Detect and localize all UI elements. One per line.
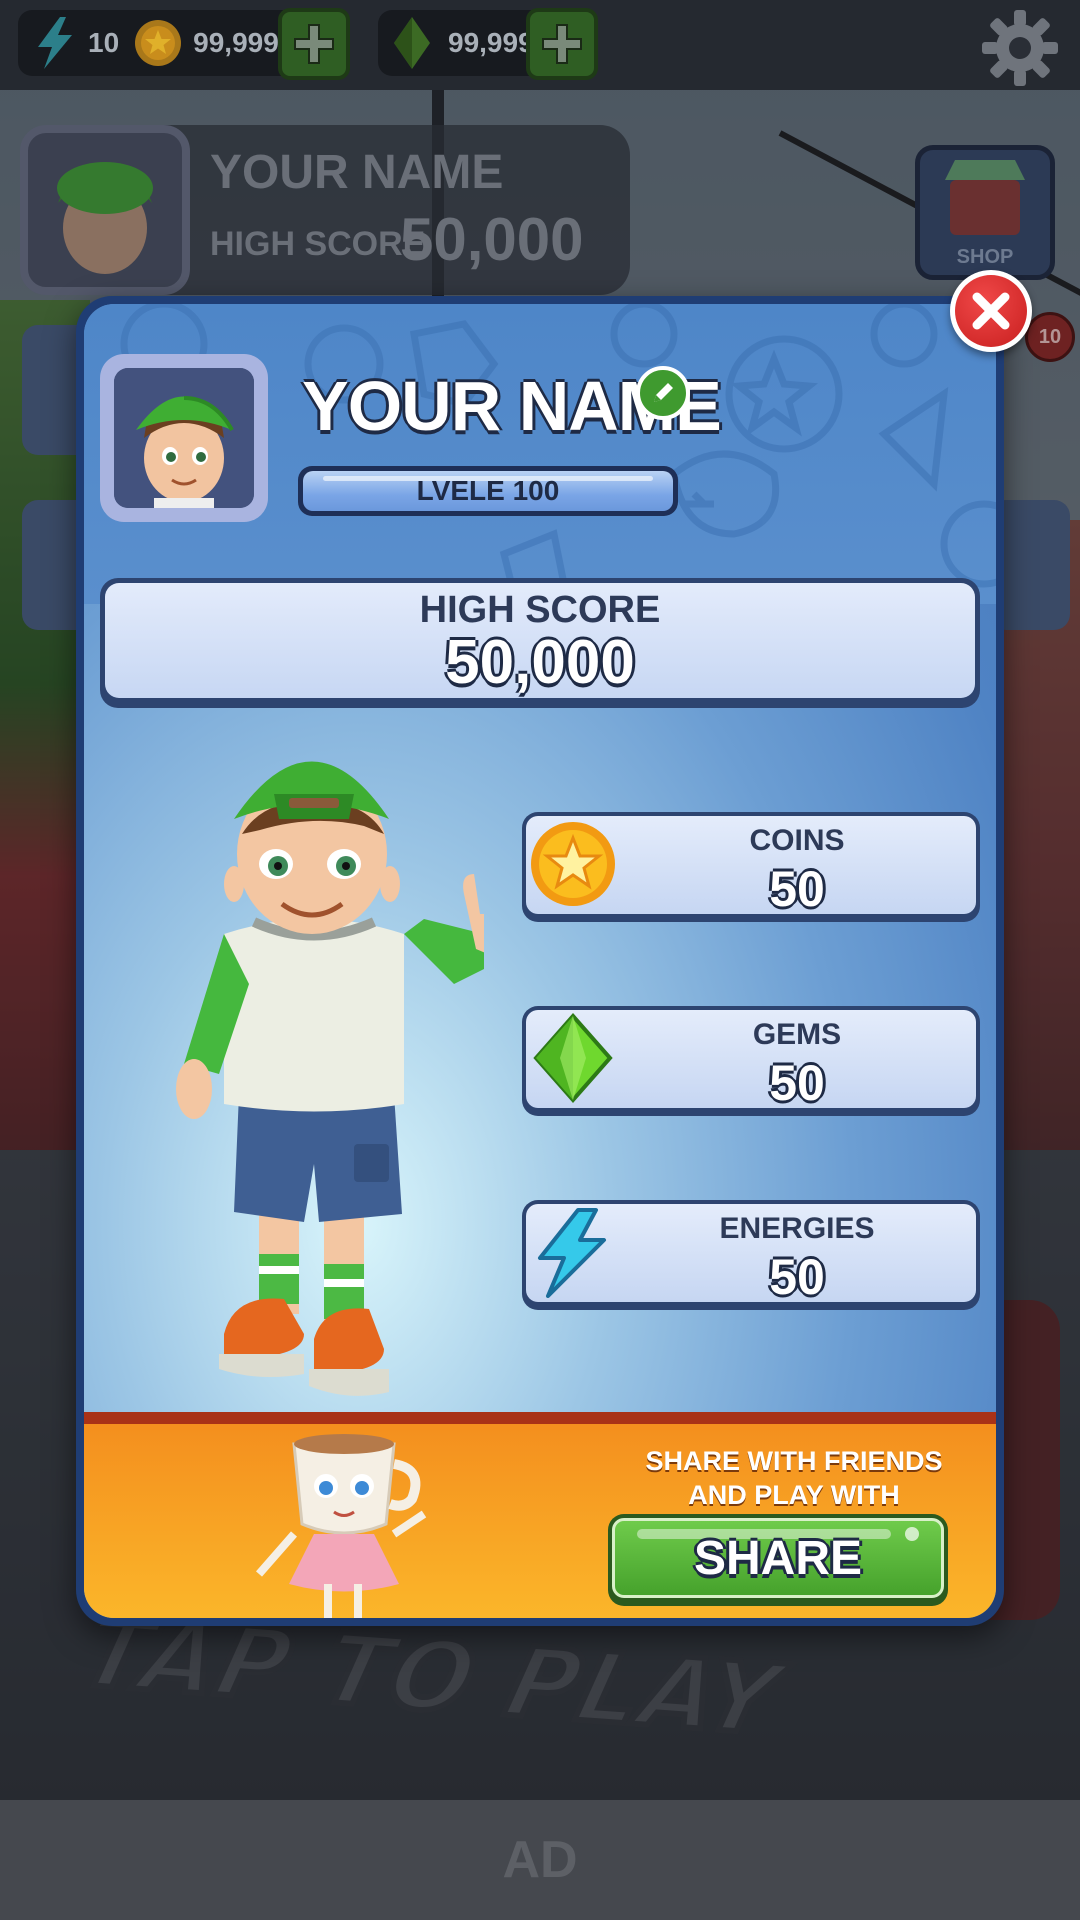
- avatar: [114, 368, 254, 508]
- coins-stat: COINS 50: [522, 812, 980, 922]
- resource-bar: 10 99,999 99,999: [0, 0, 1080, 90]
- level-label: LVELE 100: [416, 475, 560, 506]
- shop-icon: [945, 160, 1025, 235]
- background-shop-label: SHOP: [956, 246, 1014, 268]
- energies-stat-value: 50: [769, 1249, 825, 1305]
- share-button-label: SHARE: [693, 1531, 863, 1585]
- energy-icon: [538, 1208, 606, 1298]
- background-high-score-label: HIGH SCORE: [210, 225, 426, 263]
- background-notification-badge: 10: [1025, 312, 1075, 362]
- ad-label: AD: [502, 1831, 578, 1889]
- level-bar: LVELE 100: [298, 466, 678, 516]
- profile-avatar-frame[interactable]: [100, 354, 268, 522]
- ad-banner[interactable]: AD: [0, 1800, 1080, 1920]
- energy-value: 10: [88, 27, 120, 58]
- gear-icon: [982, 10, 1058, 86]
- coin-value: 99,999: [193, 27, 279, 58]
- background-player-name: YOUR NAME: [210, 146, 504, 199]
- background-avatar: [20, 125, 190, 295]
- gem-value: 99,999: [448, 27, 534, 58]
- add-gems-button[interactable]: [526, 8, 598, 80]
- high-score-value: 50,000: [445, 628, 635, 697]
- coin-icon: [135, 20, 182, 66]
- profile-modal: YOUR NAME LVELE 100 HIGH SCORE 50,000 CO…: [76, 296, 1004, 1626]
- energies-stat-label: ENERGIES: [719, 1212, 875, 1245]
- gems-stat-value: 50: [769, 1055, 825, 1111]
- coin-icon: [531, 822, 615, 906]
- character-illustration: [176, 761, 484, 1396]
- plus-icon: [542, 24, 582, 64]
- energies-stat: ENERGIES 50: [522, 1200, 980, 1310]
- high-score-panel: HIGH SCORE 50,000: [100, 578, 980, 708]
- share-panel: SHARE WITH FRIENDS AND PLAY WITH THEM! S…: [84, 1412, 996, 1618]
- background-high-score-value: 50,000: [400, 206, 584, 273]
- energy-icon: [38, 17, 72, 69]
- gems-stat-label: GEMS: [752, 1018, 842, 1051]
- pencil-icon: [654, 383, 673, 402]
- share-button[interactable]: SHARE: [608, 1514, 948, 1606]
- share-message-line-1: SHARE WITH FRIENDS: [645, 1446, 943, 1476]
- coins-stat-label: COINS: [749, 824, 845, 857]
- cup-mascot-illustration: [255, 1434, 427, 1618]
- add-coins-button[interactable]: [278, 8, 350, 80]
- gems-stat: GEMS 50: [522, 1006, 980, 1116]
- close-button[interactable]: [950, 270, 1032, 352]
- coins-stat-value: 50: [769, 861, 825, 917]
- player-avatar-image: [114, 368, 254, 508]
- plus-icon: [294, 24, 334, 64]
- high-score-label: HIGH SCORE: [419, 589, 661, 631]
- level-bar-fill: LVELE 100: [303, 471, 673, 511]
- gem-icon: [394, 17, 430, 69]
- profile-modal-body: YOUR NAME LVELE 100 HIGH SCORE 50,000 CO…: [84, 304, 996, 1618]
- close-icon: [972, 292, 1010, 330]
- background-shop-button: SHOP: [915, 145, 1055, 280]
- edit-name-button[interactable]: [636, 366, 690, 420]
- settings-button[interactable]: [980, 8, 1060, 88]
- gem-icon: [533, 1012, 613, 1104]
